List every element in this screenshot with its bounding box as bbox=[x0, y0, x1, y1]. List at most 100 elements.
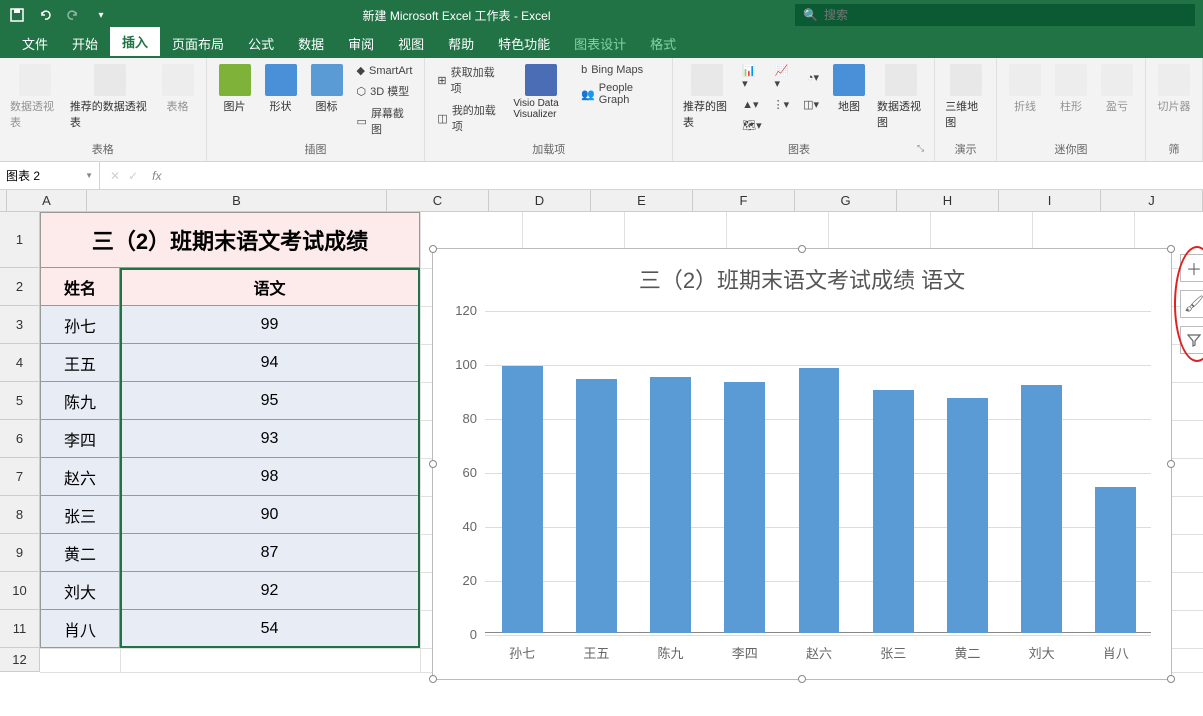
save-icon[interactable] bbox=[8, 6, 26, 24]
pivotchart-button[interactable]: 数据透视图 bbox=[875, 62, 926, 132]
peoplegraph-button[interactable]: 👥People Graph bbox=[577, 80, 664, 108]
visio-button[interactable]: Visio Data Visualizer bbox=[511, 62, 571, 122]
col-header-E[interactable]: E bbox=[591, 190, 693, 211]
chart-styles-button[interactable]: 🖌 bbox=[1180, 290, 1203, 318]
sparkline-column-button[interactable]: 柱形 bbox=[1051, 62, 1091, 116]
my-addins-button[interactable]: ◫我的加载项 bbox=[433, 100, 505, 136]
chart-bar[interactable] bbox=[799, 368, 840, 633]
cell-name[interactable]: 李四 bbox=[40, 420, 120, 458]
row-header-7[interactable]: 7 bbox=[0, 458, 40, 496]
name-box[interactable]: 图表 2 ▼ bbox=[0, 162, 100, 189]
chart-bar[interactable] bbox=[947, 398, 988, 633]
chart-bar[interactable] bbox=[502, 366, 543, 633]
row-header-9[interactable]: 9 bbox=[0, 534, 40, 572]
chart-bar[interactable] bbox=[576, 379, 617, 633]
cell-score[interactable]: 94 bbox=[120, 344, 420, 382]
chart-map-icon[interactable]: 🗺▾ bbox=[738, 117, 766, 134]
chart-area-icon[interactable]: ▲▾ bbox=[738, 96, 762, 113]
cancel-formula-icon[interactable]: ✕ bbox=[110, 169, 120, 183]
get-addins-button[interactable]: ⊞获取加载项 bbox=[433, 62, 505, 98]
chart-filter-button[interactable] bbox=[1180, 326, 1203, 354]
cell-name[interactable]: 孙七 bbox=[40, 306, 120, 344]
chart-title[interactable]: 三（2）班期末语文考试成绩 语文 bbox=[433, 249, 1171, 303]
row-header-3[interactable]: 3 bbox=[0, 306, 40, 344]
pivottable-button[interactable]: 数据透视表 bbox=[8, 62, 62, 132]
search-input[interactable] bbox=[824, 8, 1187, 22]
row-header-8[interactable]: 8 bbox=[0, 496, 40, 534]
slicer-button[interactable]: 切片器 bbox=[1154, 62, 1194, 116]
recommended-pivot-button[interactable]: 推荐的数据透视表 bbox=[68, 62, 152, 132]
cell-name[interactable]: 王五 bbox=[40, 344, 120, 382]
row-header-5[interactable]: 5 bbox=[0, 382, 40, 420]
tab-feature[interactable]: 特色功能 bbox=[486, 29, 562, 58]
col-header-J[interactable]: J bbox=[1101, 190, 1203, 211]
cell-score[interactable]: 87 bbox=[120, 534, 420, 572]
sparkline-line-button[interactable]: 折线 bbox=[1005, 62, 1045, 116]
chart-bar[interactable] bbox=[650, 377, 691, 634]
col-header-H[interactable]: H bbox=[897, 190, 999, 211]
row-header-10[interactable]: 10 bbox=[0, 572, 40, 610]
cell-score[interactable]: 95 bbox=[120, 382, 420, 420]
cell-score[interactable]: 54 bbox=[120, 610, 420, 648]
tab-data[interactable]: 数据 bbox=[286, 29, 336, 58]
col-header-G[interactable]: G bbox=[795, 190, 897, 211]
row-header-11[interactable]: 11 bbox=[0, 610, 40, 648]
search-box[interactable]: 🔍 bbox=[795, 4, 1195, 26]
row-header-2[interactable]: 2 bbox=[0, 268, 40, 306]
row-header-1[interactable]: 1 bbox=[0, 212, 40, 268]
col-header-F[interactable]: F bbox=[693, 190, 795, 211]
chart-bar[interactable] bbox=[873, 390, 914, 633]
chart-bar[interactable] bbox=[724, 382, 765, 633]
chart-bar[interactable] bbox=[1021, 385, 1062, 633]
redo-icon[interactable] bbox=[64, 6, 82, 24]
accept-formula-icon[interactable]: ✓ bbox=[128, 169, 138, 183]
tab-help[interactable]: 帮助 bbox=[436, 29, 486, 58]
header-name[interactable]: 姓名 bbox=[40, 268, 120, 306]
chart-bar-icon[interactable]: 📊▾ bbox=[738, 62, 764, 92]
charts-dialog-launcher[interactable]: ⤡ bbox=[917, 143, 926, 154]
pictures-button[interactable]: 图片 bbox=[215, 62, 255, 116]
cell-name[interactable]: 赵六 bbox=[40, 458, 120, 496]
tab-home[interactable]: 开始 bbox=[60, 29, 110, 58]
chart-pie-icon[interactable]: ◔▾ bbox=[803, 62, 823, 92]
table-title[interactable]: 三（2）班期末语文考试成绩 bbox=[40, 212, 420, 268]
col-header-C[interactable]: C bbox=[387, 190, 489, 211]
3dmap-button[interactable]: 三维地图 bbox=[943, 62, 988, 132]
smartart-button[interactable]: ◆SmartArt bbox=[353, 62, 417, 79]
row-header-6[interactable]: 6 bbox=[0, 420, 40, 458]
name-box-dropdown-icon[interactable]: ▼ bbox=[85, 171, 93, 180]
cell-name[interactable]: 黄二 bbox=[40, 534, 120, 572]
chart-combo-icon[interactable]: ◫▾ bbox=[799, 96, 823, 113]
chart-elements-button[interactable]: ＋ bbox=[1180, 254, 1203, 282]
fx-icon[interactable]: fx bbox=[146, 169, 161, 183]
tab-file[interactable]: 文件 bbox=[10, 29, 60, 58]
col-header-A[interactable]: A bbox=[7, 190, 87, 211]
tab-format[interactable]: 格式 bbox=[638, 29, 688, 58]
cell-score[interactable]: 99 bbox=[120, 306, 420, 344]
cell-name[interactable]: 肖八 bbox=[40, 610, 120, 648]
cell-name[interactable]: 陈九 bbox=[40, 382, 120, 420]
tab-chartdesign[interactable]: 图表设计 bbox=[562, 29, 638, 58]
col-header-B[interactable]: B bbox=[87, 190, 387, 211]
header-score[interactable]: 语文 bbox=[120, 268, 420, 306]
chart-plot-area[interactable]: 020406080100120孙七王五陈九李四赵六张三黄二刘大肖八 bbox=[485, 311, 1151, 633]
tab-review[interactable]: 审阅 bbox=[336, 29, 386, 58]
undo-icon[interactable] bbox=[36, 6, 54, 24]
row-header-4[interactable]: 4 bbox=[0, 344, 40, 382]
select-all-corner[interactable] bbox=[0, 190, 7, 211]
cell-name[interactable]: 张三 bbox=[40, 496, 120, 534]
table-button[interactable]: 表格 bbox=[158, 62, 198, 116]
cell-score[interactable]: 90 bbox=[120, 496, 420, 534]
formula-input[interactable] bbox=[171, 162, 1203, 189]
chart-bar[interactable] bbox=[1095, 487, 1136, 633]
cell-score[interactable]: 93 bbox=[120, 420, 420, 458]
col-header-D[interactable]: D bbox=[489, 190, 591, 211]
qat-customize-icon[interactable]: ▾ bbox=[92, 6, 110, 24]
tab-pagelayout[interactable]: 页面布局 bbox=[160, 29, 236, 58]
cell-score[interactable]: 98 bbox=[120, 458, 420, 496]
cell-score[interactable]: 92 bbox=[120, 572, 420, 610]
chart-line-icon[interactable]: 📈▾ bbox=[771, 62, 797, 92]
3dmodel-button[interactable]: ⬡3D 模型 bbox=[353, 81, 417, 101]
row-header-12[interactable]: 12 bbox=[0, 648, 40, 672]
recommended-charts-button[interactable]: 推荐的图表 bbox=[681, 62, 732, 132]
